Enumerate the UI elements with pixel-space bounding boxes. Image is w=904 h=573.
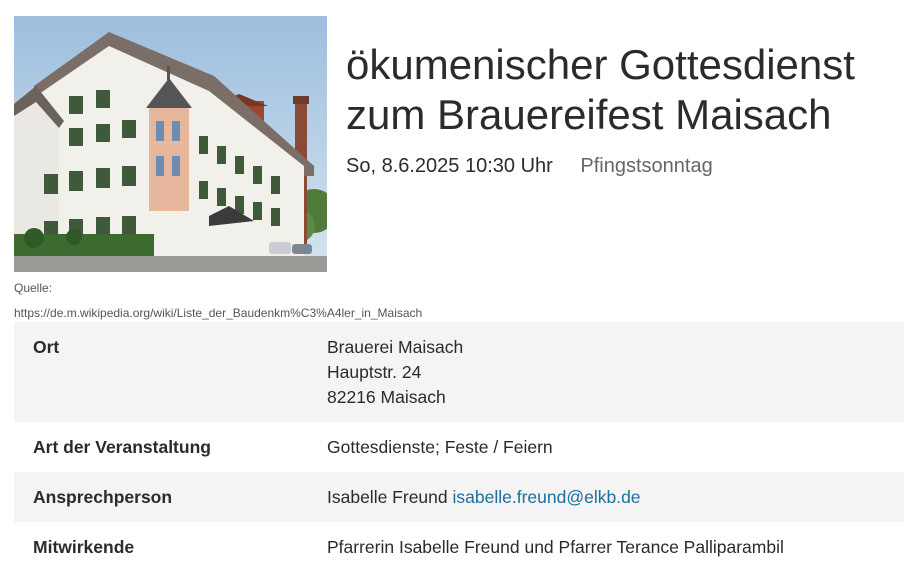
detail-value-mitwirkende: Pfarrerin Isabelle Freund und Pfarrer Te… [327,537,784,557]
event-datetime: So, 8.6.2025 10:30 Uhr [346,155,553,177]
event-title: ökumenischer Gottesdienst zum Brauereife… [346,40,902,140]
detail-label-kontakt: Ansprechperson [33,487,173,507]
detail-row-mitwirkende: Mitwirkende Pfarrerin Isabelle Freund un… [14,522,904,572]
detail-value-ort: Brauerei Maisach Hauptstr. 24 82216 Mais… [327,335,904,410]
detail-label-ort: Ort [33,337,60,357]
detail-label-mitwirkende: Mitwirkende [33,537,135,557]
contact-name: Isabelle Freund [327,487,448,507]
detail-row-art: Art der Veranstaltung Gottesdienste; Fes… [14,422,904,472]
image-caption: Quelle: https://de.m.wikipedia.org/wiki/… [14,276,422,326]
contact-email-link[interactable]: isabelle.freund@elkb.de [453,487,641,507]
event-meta: So, 8.6.2025 10:30 Uhr Pfingstsonntag [346,155,713,178]
venue-name: Brauerei Maisach [327,337,464,357]
event-photo [14,16,327,272]
event-title-line2: zum Brauereifest Maisach [346,91,832,138]
detail-row-kontakt: Ansprechperson Isabelle Freund isabelle.… [14,472,904,522]
detail-label-art: Art der Veranstaltung [33,437,211,457]
detail-value-kontakt: Isabelle Freund isabelle.freund@elkb.de [327,485,904,510]
caption-label: Quelle: [14,281,53,295]
venue-city: 82216 Maisach [327,387,446,407]
detail-value-art: Gottesdienste; Feste / Feiern [327,437,553,457]
venue-street: Hauptstr. 24 [327,362,422,382]
event-title-line1: ökumenischer Gottesdienst [346,41,855,88]
event-details-table: Ort Brauerei Maisach Hauptstr. 24 82216 … [14,322,904,572]
detail-row-ort: Ort Brauerei Maisach Hauptstr. 24 82216 … [14,322,904,422]
event-occasion: Pfingstsonntag [580,155,713,177]
